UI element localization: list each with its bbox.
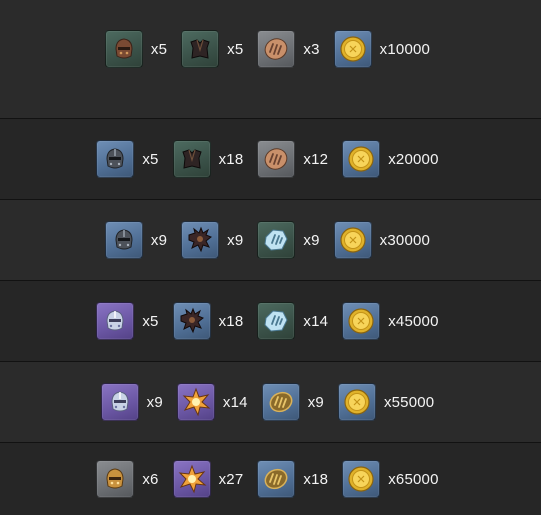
gold-coin-icon xyxy=(342,302,381,340)
reward-item[interactable]: x12 xyxy=(257,140,334,178)
reward-quantity: x14 xyxy=(303,312,329,330)
reward-item[interactable]: x65000 xyxy=(342,460,444,498)
reward-quantity: x45000 xyxy=(388,312,439,330)
reward-quantity: x5 xyxy=(142,312,159,330)
reward-item[interactable]: x3 xyxy=(257,30,325,68)
reward-quantity: x5 xyxy=(142,150,159,168)
reward-quantity: x20000 xyxy=(388,150,439,168)
reward-quantity: x5 xyxy=(150,40,168,58)
reward-quantity: x9 xyxy=(146,393,163,411)
gold-coin-icon xyxy=(337,383,376,421)
reward-item[interactable]: x5 xyxy=(104,30,173,68)
reward-quantity: x10000 xyxy=(379,40,431,58)
reward-quantity: x65000 xyxy=(388,470,439,488)
gold-coin-icon xyxy=(342,460,381,498)
reward-quantity: x18 xyxy=(218,312,244,330)
gold-coin-icon xyxy=(333,30,372,68)
armor-spiked-icon xyxy=(172,302,211,340)
reward-item[interactable]: x14 xyxy=(257,302,334,340)
reward-item[interactable]: x55000 xyxy=(337,383,440,421)
reward-tier-row: x5 x18 x14 x45000 xyxy=(0,280,541,361)
fossil-gold-icon xyxy=(257,460,296,498)
reward-quantity: x9 xyxy=(303,231,320,249)
reward-item[interactable]: x9 xyxy=(261,383,330,421)
reward-tier-row: x6 x27 x18 x65000 xyxy=(0,442,541,515)
armor-spiked-icon xyxy=(181,221,220,259)
reward-quantity: x6 xyxy=(142,470,159,488)
helmet-steel-icon xyxy=(104,221,143,259)
reward-item[interactable]: x9 xyxy=(257,221,325,259)
reward-tier-row: x9 x9 x9 x30000 xyxy=(0,199,541,280)
helmet-bronze-icon xyxy=(104,30,143,68)
reward-tier-row: x9 x14 x9 x55000 xyxy=(0,361,541,442)
reward-item[interactable]: x6 xyxy=(96,460,164,498)
armor-explosion-icon xyxy=(176,383,215,421)
helmet-silver-icon xyxy=(100,383,139,421)
fossil-crystal-icon xyxy=(257,221,296,259)
helmet-gold-icon xyxy=(96,460,135,498)
fossil-gold-icon xyxy=(261,383,300,421)
reward-quantity: x55000 xyxy=(383,393,435,411)
fossil-crystal-icon xyxy=(257,302,296,340)
reward-item[interactable]: x5 xyxy=(96,140,164,178)
fossil-shell-icon xyxy=(257,140,296,178)
reward-item[interactable]: x9 xyxy=(181,221,249,259)
reward-item[interactable]: x45000 xyxy=(342,302,444,340)
reward-table: x5 x5 x3 x10000 x5 x18 x12 x20000 x9 x9 x9 x30000 x5… xyxy=(0,0,541,515)
reward-item[interactable]: x18 xyxy=(172,140,250,178)
reward-item[interactable]: x5 xyxy=(96,302,164,340)
reward-item[interactable]: x9 xyxy=(100,383,169,421)
armor-dark-icon xyxy=(172,140,211,178)
reward-item[interactable]: x10000 xyxy=(333,30,436,68)
gold-coin-icon xyxy=(342,140,381,178)
gold-coin-icon xyxy=(333,221,372,259)
reward-quantity: x12 xyxy=(303,150,329,168)
reward-quantity: x3 xyxy=(303,40,320,58)
helmet-steel-icon xyxy=(96,140,135,178)
reward-quantity: x14 xyxy=(222,393,248,411)
helmet-silver-icon xyxy=(96,302,135,340)
reward-quantity: x30000 xyxy=(379,231,431,249)
reward-item[interactable]: x27 xyxy=(172,460,250,498)
reward-item[interactable]: x9 xyxy=(104,221,173,259)
reward-quantity: x9 xyxy=(307,393,324,411)
reward-item[interactable]: x20000 xyxy=(342,140,444,178)
reward-quantity: x9 xyxy=(227,231,244,249)
reward-tier-row: x5 x18 x12 x20000 xyxy=(0,118,541,199)
reward-item[interactable]: x18 xyxy=(172,302,250,340)
armor-explosion-icon xyxy=(172,460,211,498)
reward-quantity: x9 xyxy=(150,231,168,249)
reward-tier-row: x5 x5 x3 x10000 xyxy=(0,0,541,118)
reward-item[interactable]: x18 xyxy=(257,460,334,498)
reward-quantity: x27 xyxy=(218,470,244,488)
reward-item[interactable]: x14 xyxy=(176,383,254,421)
reward-quantity: x18 xyxy=(303,470,329,488)
fossil-shell-icon xyxy=(257,30,296,68)
reward-quantity: x18 xyxy=(218,150,244,168)
armor-dark-icon xyxy=(181,30,220,68)
reward-item[interactable]: x5 xyxy=(181,30,249,68)
reward-quantity: x5 xyxy=(227,40,244,58)
reward-item[interactable]: x30000 xyxy=(333,221,436,259)
